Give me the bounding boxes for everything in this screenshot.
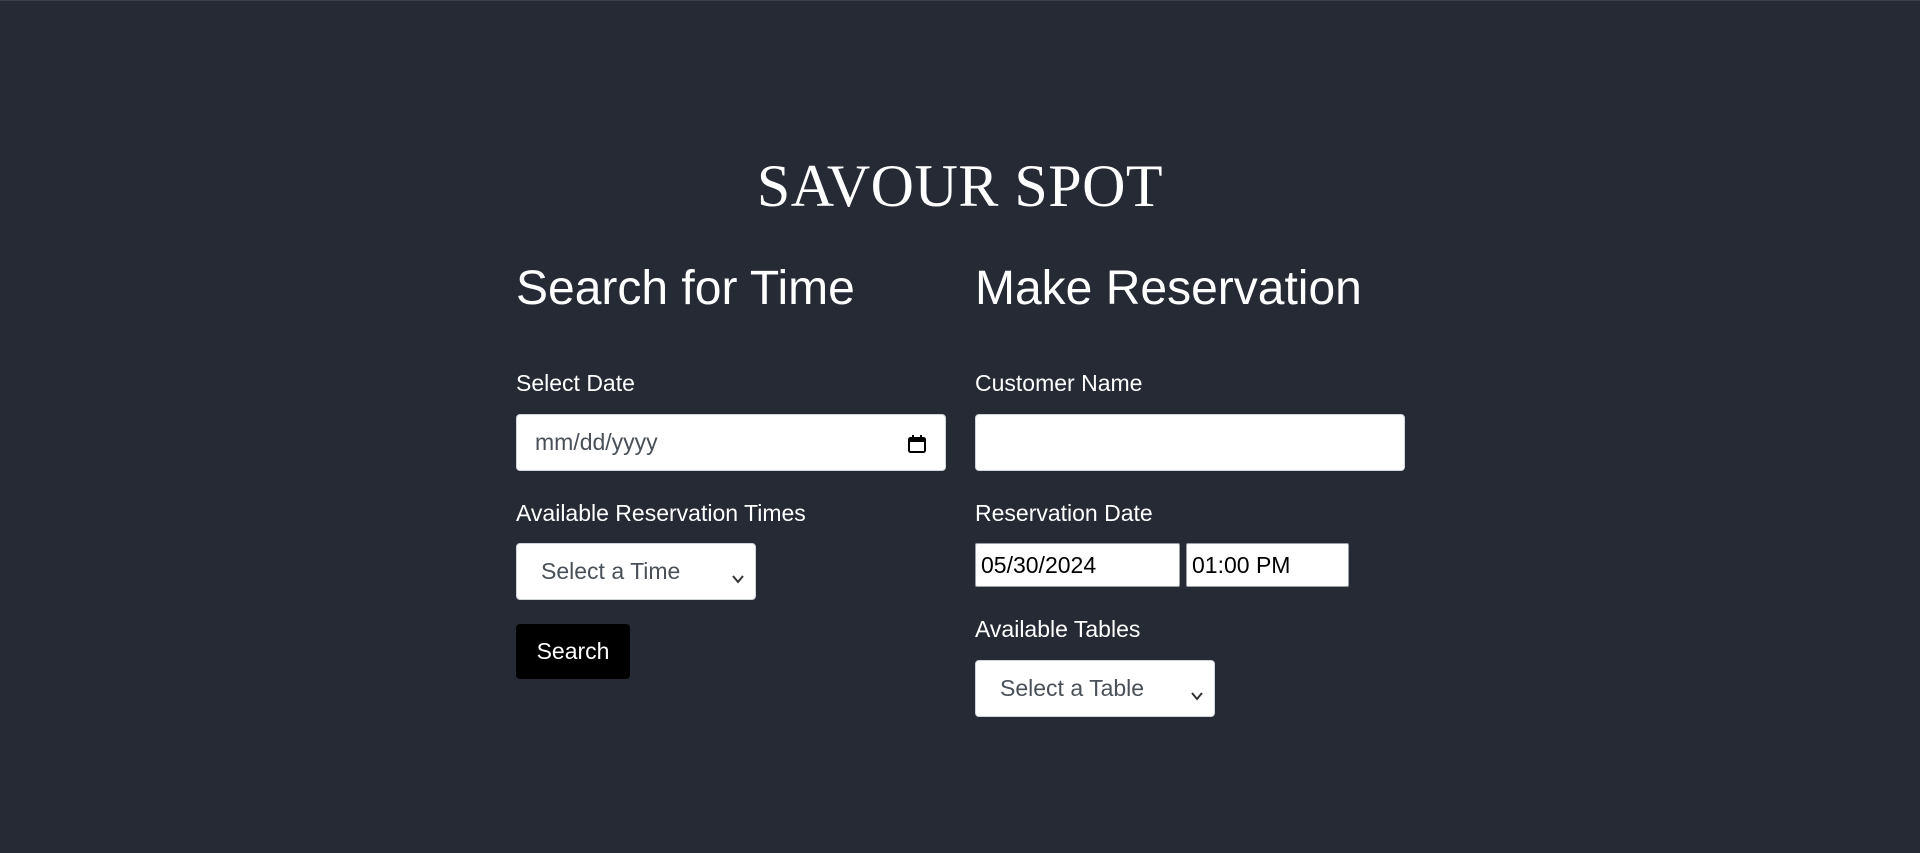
table-select-value: Select a Table: [1000, 675, 1145, 701]
calendar-icon[interactable]: [907, 433, 927, 453]
select-date-placeholder: mm/dd/yyyy: [535, 429, 658, 455]
available-times-label: Available Reservation Times: [516, 500, 806, 526]
available-tables-label: Available Tables: [975, 616, 1141, 642]
table-select[interactable]: Select a Table: [975, 660, 1215, 717]
search-section: Search for Time Select Date mm/dd/yyyy A…: [516, 259, 946, 679]
reservation-section: Make Reservation Customer Name Reservati…: [975, 259, 1405, 717]
select-date-input[interactable]: mm/dd/yyyy: [516, 414, 946, 471]
reservation-time-input[interactable]: 01:00 PM: [1186, 543, 1349, 587]
reservation-date-value: 05/30/2024: [981, 551, 1097, 578]
time-select-value: Select a Time: [541, 558, 681, 584]
chevron-down-icon: [731, 565, 745, 584]
reservation-heading: Make Reservation: [975, 262, 1362, 315]
chevron-down-icon: [1190, 682, 1204, 701]
select-date-label: Select Date: [516, 370, 635, 396]
search-button[interactable]: Search: [516, 624, 630, 679]
reservation-date-label: Reservation Date: [975, 500, 1153, 526]
customer-name-label: Customer Name: [975, 370, 1143, 396]
customer-name-input[interactable]: [975, 414, 1405, 471]
brand-title: SAVOUR SPOT: [756, 153, 1164, 219]
time-select[interactable]: Select a Time: [516, 543, 756, 600]
search-heading: Search for Time: [516, 262, 855, 315]
page: SAVOUR SPOT Search for Time Select Date …: [0, 0, 1920, 853]
reservation-date-input[interactable]: 05/30/2024: [975, 543, 1180, 587]
reservation-time-value: 01:00 PM: [1192, 551, 1291, 578]
